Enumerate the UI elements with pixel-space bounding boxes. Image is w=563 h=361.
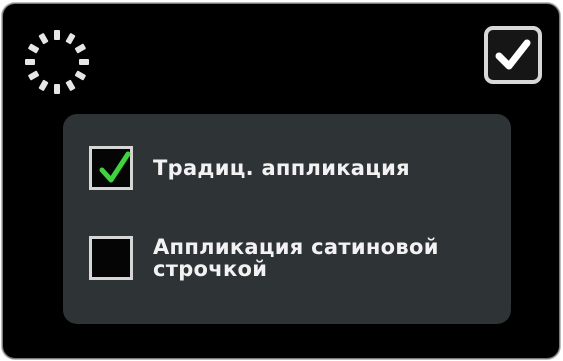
option-traditional-applique[interactable]: Традиц. аппликация [89,146,503,190]
options-panel: Традиц. аппликация Аппликация сатиновой … [63,114,511,324]
traditional-applique-label: Традиц. аппликация [153,156,410,180]
satin-applique-checkbox[interactable] [89,236,133,280]
satin-applique-label: Аппликация сатиновой строчкой [153,235,439,281]
confirm-button[interactable] [484,26,542,84]
spinner-icon [21,26,93,98]
option-satin-applique[interactable]: Аппликация сатиновой строчкой [89,236,503,280]
check-mark-icon [99,151,131,183]
appliqué-options-dialog: Традиц. аппликация Аппликация сатиновой … [2,3,560,359]
checkmark-icon [495,39,531,70]
traditional-applique-checkbox[interactable] [89,146,133,190]
